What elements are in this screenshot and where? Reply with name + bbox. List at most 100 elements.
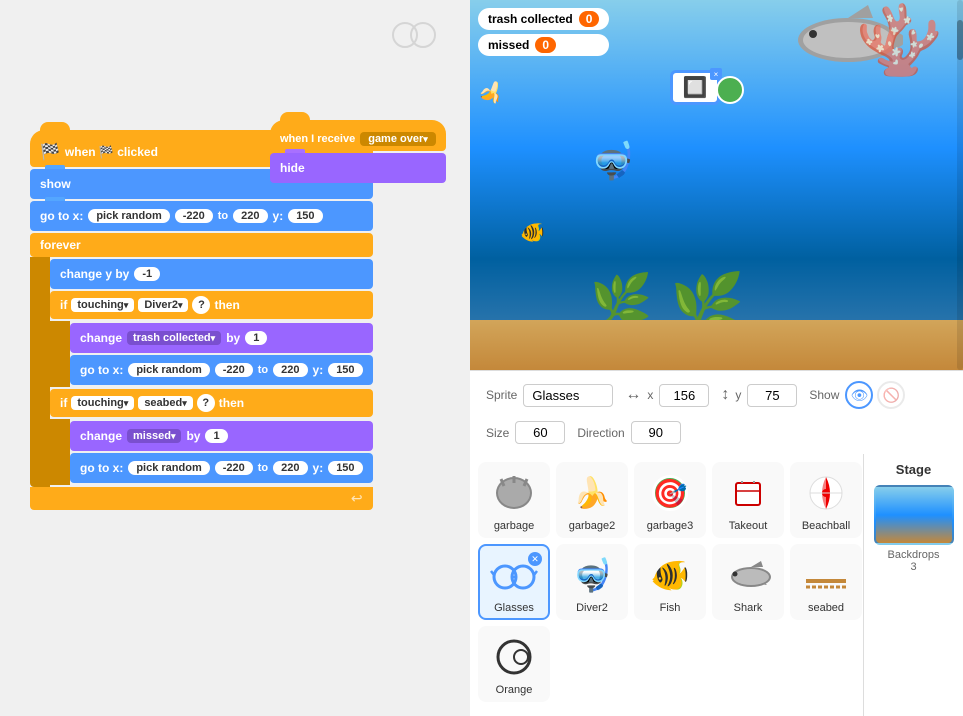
seabed-label: seabed [808,602,844,614]
receive-block[interactable]: when I receive game over [270,120,446,151]
goto-block-3[interactable]: go to x: pick random -220 to 220 y: 150 [70,453,373,483]
size-label: Size [486,426,509,440]
receive-dropdown[interactable]: game over [360,132,436,146]
glasses-thumb: ✕ [484,550,544,600]
show-hidden-button[interactable]: 🚫 [877,381,905,409]
forever-block[interactable]: forever [30,233,373,257]
x-input[interactable] [659,384,709,407]
show-group: Show 👁 🚫 [809,381,905,409]
seabed-dropdown[interactable]: seabed [138,396,192,410]
garbage-label: garbage [494,520,534,532]
diver2-label: Diver2 [576,602,608,614]
if-arm [50,321,70,387]
y-input[interactable] [747,384,797,407]
if-diver2-block[interactable]: if touching Diver2 ? then [50,291,373,319]
change-missed-block[interactable]: change missed by 1 [70,421,373,451]
backdrops-label: Backdrops [888,549,940,561]
stage-thumbnail[interactable] [874,485,954,545]
scrollbar-thumb[interactable] [957,20,963,60]
if-contents: change trash collected by 1 go to x: pic… [70,321,373,387]
y-label: y [735,388,741,402]
glasses-label: Glasses [494,602,534,614]
fish-sprite: 🐠 [520,220,545,245]
sprite-name-group: Sprite [486,384,613,407]
seabed-visual [470,320,963,370]
size-group: Size [486,421,565,444]
stage-panel: Stage Backdrops 3 [863,454,963,716]
change-trash-block[interactable]: change trash collected by 1 [70,323,373,353]
sprite-item-garbage3[interactable]: 🎯 garbage3 [634,462,706,538]
takeout-thumb [718,468,778,518]
forever-body: change y by -1 if touching Diver2 ? then… [30,257,373,487]
garbage-thumb [484,468,544,518]
sprite-item-fish[interactable]: 🐠 Fish [634,544,706,620]
game-view: trash collected 0 missed 0 🪸 [470,0,963,370]
sprite-info-panel: Sprite ↔ x ↕ y Show 👁 🚫 Size Direction [470,370,963,454]
stage-title: Stage [896,462,931,477]
orange-thumb [484,632,544,682]
sprite-item-shark[interactable]: Shark [712,544,784,620]
takeout-label: Takeout [729,520,768,532]
touching-diver2-dropdown[interactable]: touching [71,298,134,312]
orange-label: Orange [496,684,533,696]
size-input[interactable] [515,421,565,444]
if-seabed-contents: change missed by 1 go to x: pick random … [70,419,373,485]
backdrops-count: 3 [910,561,916,573]
x-coord-group: ↔ x [625,384,709,407]
sprite-grid: garbage 🍌 garbage2 🎯 garbage3 [470,454,863,716]
touching-seabed-dropdown[interactable]: touching [71,396,134,410]
garbage2-thumb: 🍌 [562,468,622,518]
stack-when-clicked: 🏁 when 🏁 clicked show go to x: pick rand… [30,130,373,510]
stack-receive: when I receive game over hide [270,120,446,183]
seabed-thumb [796,550,856,600]
diver2-thumb: 🤿 [562,550,622,600]
diver-sprite: 🤿 [590,140,635,182]
sprite-item-seabed[interactable]: seabed [790,544,862,620]
show-visible-button[interactable]: 👁 [845,381,873,409]
trash-count-badge: 0 [579,11,600,27]
ball-item [715,75,745,110]
updown-icon: ↕ [721,386,729,404]
shark-label: Shark [734,602,763,614]
fish-thumb: 🐠 [640,550,700,600]
sprite-item-orange[interactable]: Orange [478,626,550,702]
code-panel: 🏁 when 🏁 clicked show go to x: pick rand… [0,0,470,716]
flag-icon: 🏁 [40,142,60,162]
delete-glasses-badge[interactable]: ✕ [528,552,542,566]
sprite-tray: garbage 🍌 garbage2 🎯 garbage3 [470,454,963,716]
glasses-sprite: 🔲 × [670,70,720,110]
if-diver2-body: change trash collected by 1 go to x: pic… [50,321,373,387]
hud: trash collected 0 missed 0 [478,8,609,56]
beachball-thumb [796,468,856,518]
change-y-block[interactable]: change y by -1 [50,259,373,289]
sprite-item-garbage2[interactable]: 🍌 garbage2 [556,462,628,538]
x-label: x [647,388,653,402]
hide-block[interactable]: hide [270,153,446,183]
garbage3-label: garbage3 [647,520,694,532]
if-seabed-block[interactable]: if touching seabed ? then [50,389,373,417]
beachball-label: Beachball [802,520,850,532]
trash-collected-hud: trash collected 0 [478,8,609,30]
sprite-label: Sprite [486,388,517,402]
arrows-icon: ↔ [625,386,641,404]
banana-sprite: 🍌 [475,75,509,109]
scrollbar[interactable] [957,0,963,370]
if-seabed-body: change missed by 1 go to x: pick random … [50,419,373,485]
sprite-item-diver2[interactable]: 🤿 Diver2 [556,544,628,620]
right-panel: trash collected 0 missed 0 🪸 [470,0,963,716]
goto-block-2[interactable]: go to x: pick random -220 to 220 y: 150 [70,355,373,385]
sprite-item-beachball[interactable]: Beachball [790,462,862,538]
sprite-item-garbage[interactable]: garbage [478,462,550,538]
sprite-item-glasses[interactable]: ✕ Glasses [478,544,550,620]
sprite-item-takeout[interactable]: Takeout [712,462,784,538]
garbage3-thumb: 🎯 [640,468,700,518]
y-coord-group: ↕ y [721,384,797,407]
goto-block-1[interactable]: go to x: pick random -220 to 220 y: 150 [30,201,373,231]
if-seabed-arm [50,419,70,485]
direction-input[interactable] [631,421,681,444]
forever-close[interactable]: ↩ [30,487,373,510]
garbage2-label: garbage2 [569,520,616,532]
sprite-name-input[interactable] [523,384,613,407]
diver2-dropdown[interactable]: Diver2 [138,298,188,312]
direction-group: Direction [577,421,680,444]
